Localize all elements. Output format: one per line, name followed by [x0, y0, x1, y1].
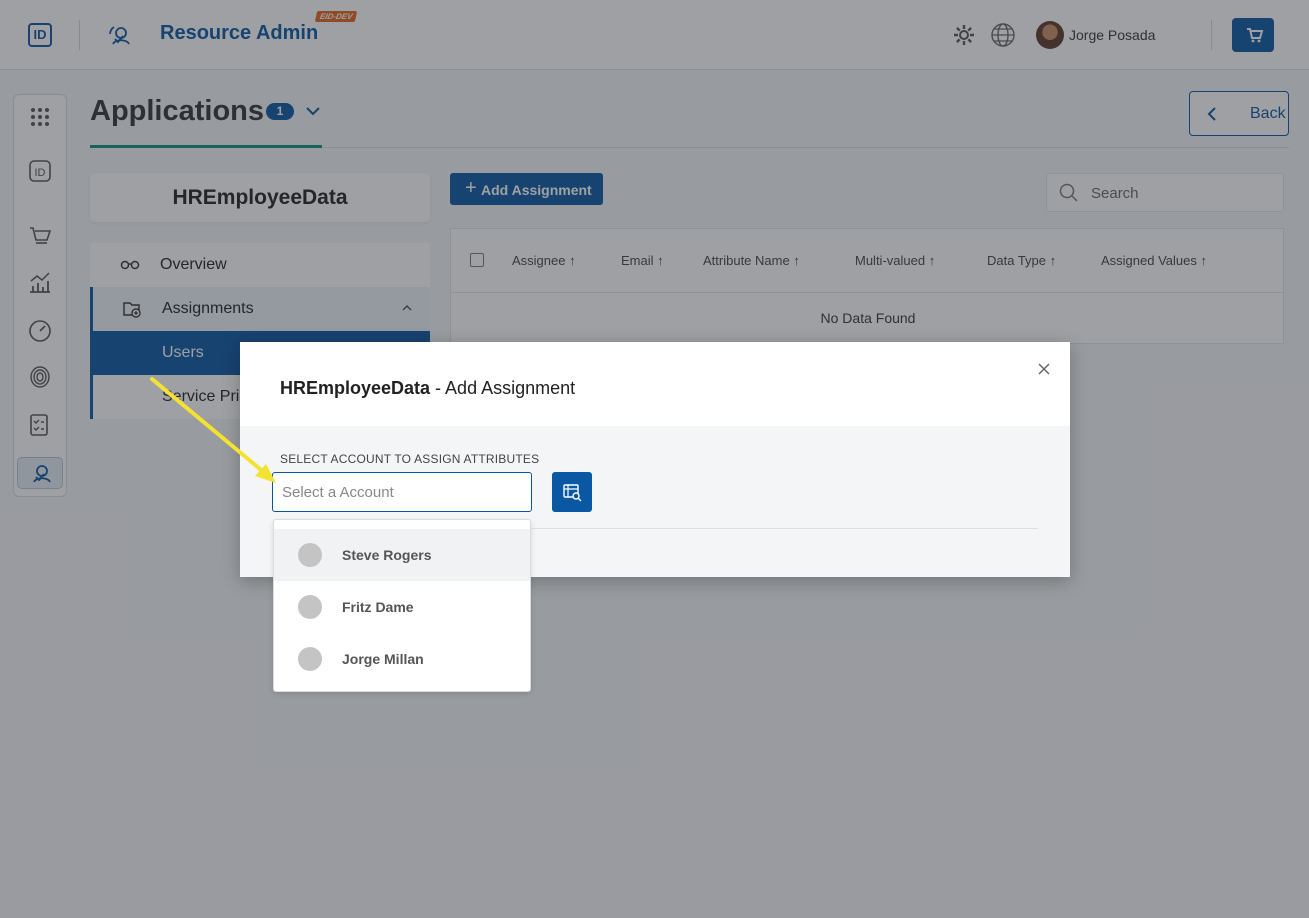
modal-title: HREmployeeData - Add Assignment: [280, 378, 576, 398]
account-option-label: Jorge Millan: [342, 651, 424, 667]
account-lookup-button[interactable]: [552, 472, 592, 512]
annotation-arrow: [150, 377, 276, 483]
account-field-label: SELECT ACCOUNT TO ASSIGN ATTRIBUTES: [280, 452, 540, 466]
account-avatar: [298, 595, 322, 619]
account-option[interactable]: Fritz Dame: [274, 581, 530, 633]
account-option[interactable]: Steve Rogers: [274, 529, 530, 581]
table-search-icon: [563, 484, 582, 502]
account-select-input[interactable]: [272, 472, 532, 512]
close-icon[interactable]: [1036, 361, 1052, 377]
account-avatar: [298, 543, 322, 567]
account-option-label: Steve Rogers: [342, 547, 432, 563]
modal-header: HREmployeeData - Add Assignment: [240, 342, 1070, 426]
account-dropdown: Steve Rogers Fritz Dame Jorge Millan: [273, 519, 531, 692]
account-option[interactable]: Jorge Millan: [274, 633, 530, 685]
account-avatar: [298, 647, 322, 671]
account-option-label: Fritz Dame: [342, 599, 414, 615]
